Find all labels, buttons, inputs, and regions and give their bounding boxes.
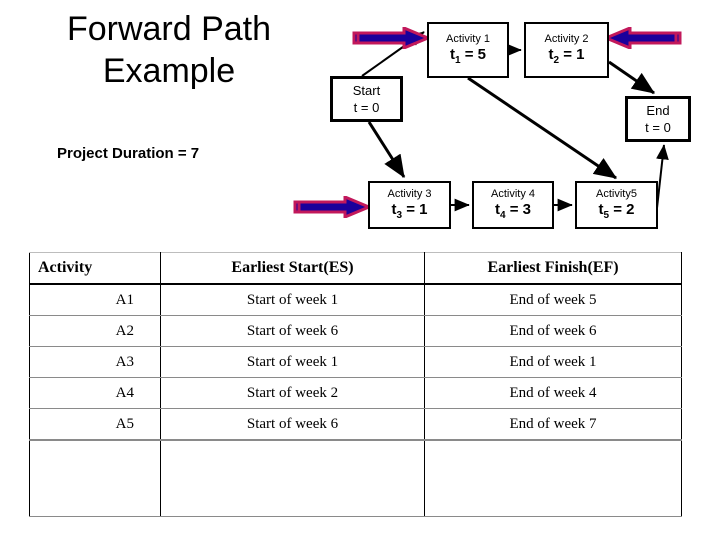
table-header-row: Activity Earliest Start(ES) Earliest Fin… [29, 252, 682, 285]
node-start-time: t = 0 [353, 100, 380, 115]
cell-activity: A5 [29, 408, 161, 441]
node-activity-2-duration: t2 = 1 [548, 45, 585, 66]
table-row: A3 Start of week 1 End of week 1 [29, 346, 682, 378]
node-activity-1: Activity 1 t1 = 5 [427, 22, 509, 78]
node-activity-2-name: Activity 2 [544, 32, 589, 45]
node-end-time: t = 0 [645, 120, 671, 135]
connector-a2-to-end [608, 60, 655, 95]
column-header-activity: Activity [29, 252, 161, 285]
node-end-name: End [646, 103, 670, 118]
node-activity-3-duration: t3 = 1 [391, 200, 428, 221]
node-activity-2: Activity 2 t2 = 1 [524, 22, 609, 78]
node-start: Start t = 0 [330, 76, 403, 122]
node-activity-5-duration: t5 = 2 [598, 200, 635, 221]
node-activity-3: Activity 3 t3 = 1 [368, 181, 451, 229]
cell-earliest-start: Start of week 6 [160, 408, 425, 441]
cell-earliest-finish [424, 439, 682, 517]
cell-activity: A3 [29, 346, 161, 378]
column-header-earliest-finish: Earliest Finish(EF) [424, 252, 682, 285]
node-activity-1-name: Activity 1 [445, 32, 490, 45]
table-row: A1 Start of week 1 End of week 5 [29, 283, 682, 316]
table-row: A2 Start of week 6 End of week 6 [29, 315, 682, 347]
cell-activity: A1 [29, 283, 161, 316]
highlight-arrow-right-a3 [293, 196, 371, 218]
cell-earliest-start: Start of week 1 [160, 346, 425, 378]
cell-earliest-finish: End of week 5 [424, 283, 682, 316]
earliest-times-table: Activity Earliest Start(ES) Earliest Fin… [29, 252, 682, 517]
connector-a1-to-a5 [467, 76, 617, 180]
cell-earliest-start: Start of week 6 [160, 315, 425, 347]
node-start-name: Start [352, 83, 381, 98]
cell-earliest-start [160, 439, 425, 517]
cell-earliest-finish: End of week 4 [424, 377, 682, 409]
cell-earliest-finish: End of week 1 [424, 346, 682, 378]
table-row-empty [29, 439, 682, 517]
highlight-arrow-left-a2 [604, 27, 682, 49]
node-end: End t = 0 [625, 96, 691, 142]
cell-earliest-start: Start of week 1 [160, 283, 425, 316]
node-activity-4-duration: t4 = 3 [495, 200, 531, 221]
node-activity-3-name: Activity 3 [387, 187, 432, 200]
cell-earliest-start: Start of week 2 [160, 377, 425, 409]
node-activity-4: Activity 4 t4 = 3 [472, 181, 554, 229]
table-row: A4 Start of week 2 End of week 4 [29, 377, 682, 409]
slide-canvas: Forward Path Example Project Duration = … [0, 0, 720, 540]
cell-earliest-finish: End of week 7 [424, 408, 682, 441]
cell-activity [29, 439, 161, 517]
cell-activity: A4 [29, 377, 161, 409]
table-row: A5 Start of week 6 End of week 7 [29, 408, 682, 441]
node-activity-4-name: Activity 4 [490, 187, 535, 200]
column-header-earliest-start: Earliest Start(ES) [160, 252, 425, 285]
node-activity-5-name: Activity5 [596, 187, 637, 200]
cell-earliest-finish: End of week 6 [424, 315, 682, 347]
highlight-arrow-right-a1 [352, 27, 430, 49]
network-diagram: Start t = 0 Activity 1 t1 = 5 Activity 2… [0, 0, 720, 250]
cell-activity: A2 [29, 315, 161, 347]
node-activity-5: Activity5 t5 = 2 [575, 181, 658, 229]
connector-start-to-a3 [367, 121, 406, 179]
node-activity-1-duration: t1 = 5 [450, 45, 486, 66]
